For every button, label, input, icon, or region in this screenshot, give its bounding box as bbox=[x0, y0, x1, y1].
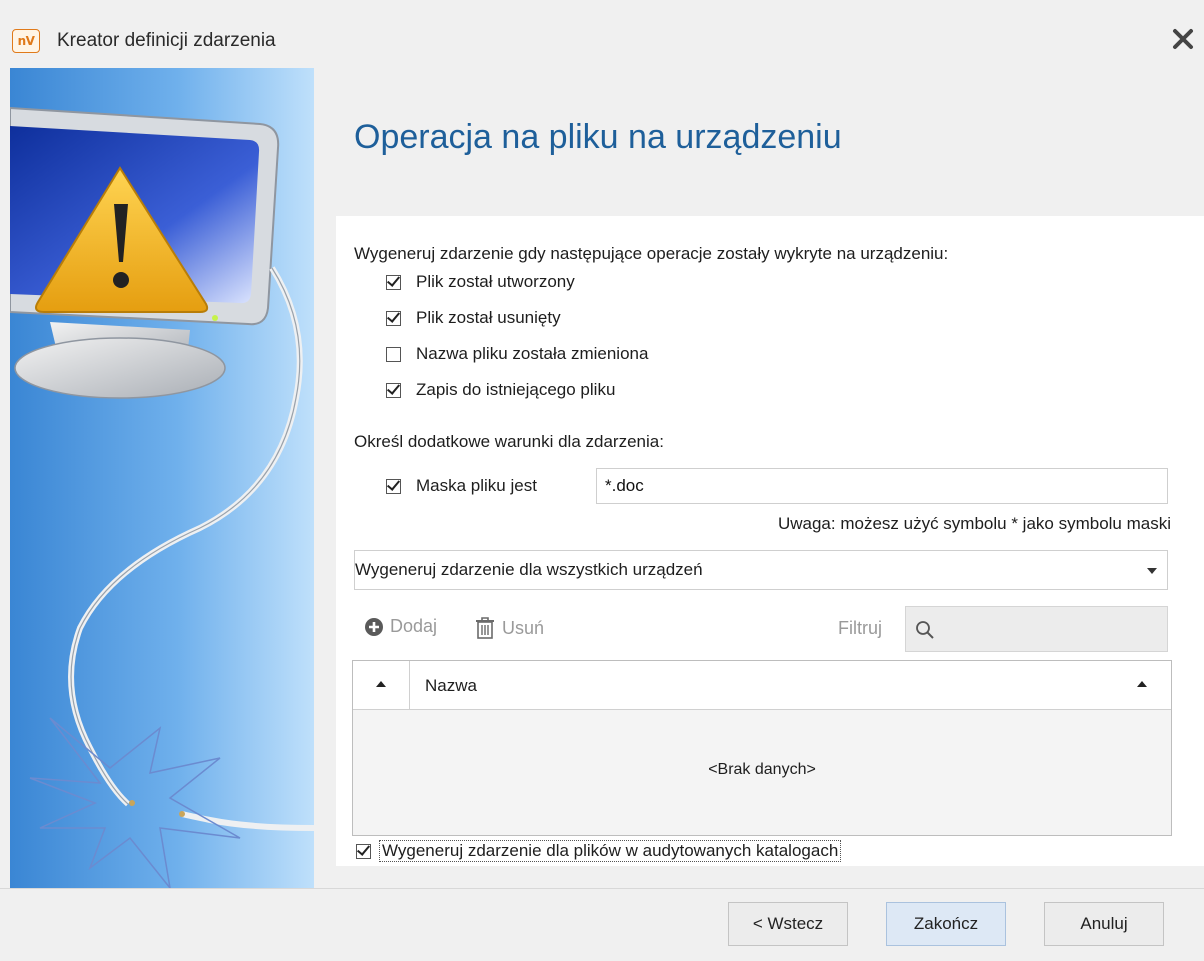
title-bar: nV Kreator definicji zdarzenia bbox=[0, 0, 1204, 68]
mask-hint: Uwaga: możesz użyć symbolu * jako symbol… bbox=[777, 514, 1171, 533]
grid-sort-column[interactable] bbox=[353, 661, 410, 709]
sort-up-icon bbox=[376, 681, 386, 687]
filter-input[interactable] bbox=[905, 606, 1168, 652]
checkbox-file-renamed[interactable]: Nazwa pliku została zmieniona bbox=[386, 342, 648, 366]
wizard-footer bbox=[0, 888, 1204, 961]
remove-button[interactable]: Usuń bbox=[474, 616, 544, 640]
file-mask-input[interactable] bbox=[596, 468, 1168, 504]
add-button-label: Dodaj bbox=[390, 616, 438, 636]
checkbox-label: Nazwa pliku została zmieniona bbox=[416, 344, 649, 363]
sort-ascending-icon[interactable] bbox=[1137, 681, 1147, 687]
checkbox-box[interactable] bbox=[386, 346, 401, 362]
device-scope-value: Wygeneruj zdarzenie dla wszystkich urząd… bbox=[355, 560, 703, 579]
device-scope-select[interactable]: Wygeneruj zdarzenie dla wszystkich urząd… bbox=[354, 550, 1168, 590]
remove-button-label: Usuń bbox=[502, 617, 545, 638]
checkbox-file-deleted[interactable]: Plik został usunięty bbox=[386, 306, 561, 330]
page-title: Operacja na pliku na urządzeniu bbox=[354, 118, 842, 156]
checkbox-file-mask[interactable]: Maska pliku jest bbox=[386, 474, 537, 498]
operations-intro-label: Wygeneruj zdarzenie gdy następujące oper… bbox=[354, 244, 949, 263]
checkbox-box[interactable] bbox=[386, 478, 401, 494]
plus-circle-icon bbox=[365, 617, 383, 636]
add-button[interactable]: Dodaj bbox=[364, 616, 437, 637]
checkbox-label: Maska pliku jest bbox=[416, 476, 537, 495]
checkbox-label: Plik został utworzony bbox=[416, 272, 575, 291]
checkbox-box[interactable] bbox=[356, 843, 371, 859]
checkbox-file-created[interactable]: Plik został utworzony bbox=[386, 270, 575, 294]
devices-grid[interactable]: Nazwa <Brak danych> bbox=[352, 660, 1172, 836]
checkbox-box[interactable] bbox=[386, 310, 401, 326]
finish-button[interactable]: Zakończ bbox=[886, 902, 1006, 946]
grid-header: Nazwa bbox=[353, 661, 1171, 710]
search-icon bbox=[916, 621, 934, 639]
grid-column-name[interactable]: Nazwa bbox=[425, 676, 477, 696]
app-logo-icon: nV bbox=[12, 29, 40, 53]
trash-icon bbox=[476, 617, 494, 639]
close-icon[interactable] bbox=[1170, 26, 1196, 52]
window-title: Kreator definicji zdarzenia bbox=[57, 30, 276, 51]
monitor-warning-illustration bbox=[10, 68, 314, 888]
checkbox-box[interactable] bbox=[386, 382, 401, 398]
checkbox-box[interactable] bbox=[386, 274, 401, 290]
conditions-label: Określ dodatkowe warunki dla zdarzenia: bbox=[354, 432, 664, 451]
filter-label: Filtruj bbox=[838, 618, 882, 638]
cancel-button[interactable]: Anuluj bbox=[1044, 902, 1164, 946]
checkbox-label: Plik został usunięty bbox=[416, 308, 561, 327]
back-button[interactable]: < Wstecz bbox=[728, 902, 848, 946]
grid-empty-message: <Brak danych> bbox=[708, 761, 816, 778]
checkbox-audited-folders[interactable]: Wygeneruj zdarzenie dla plików w audytow… bbox=[356, 840, 842, 862]
wizard-illustration bbox=[10, 68, 314, 888]
dropdown-arrow-icon[interactable] bbox=[1147, 568, 1157, 574]
checkbox-label: Wygeneruj zdarzenie dla plików w audytow… bbox=[379, 840, 842, 862]
checkbox-label: Zapis do istniejącego pliku bbox=[416, 380, 616, 399]
checkbox-file-written[interactable]: Zapis do istniejącego pliku bbox=[386, 378, 615, 402]
